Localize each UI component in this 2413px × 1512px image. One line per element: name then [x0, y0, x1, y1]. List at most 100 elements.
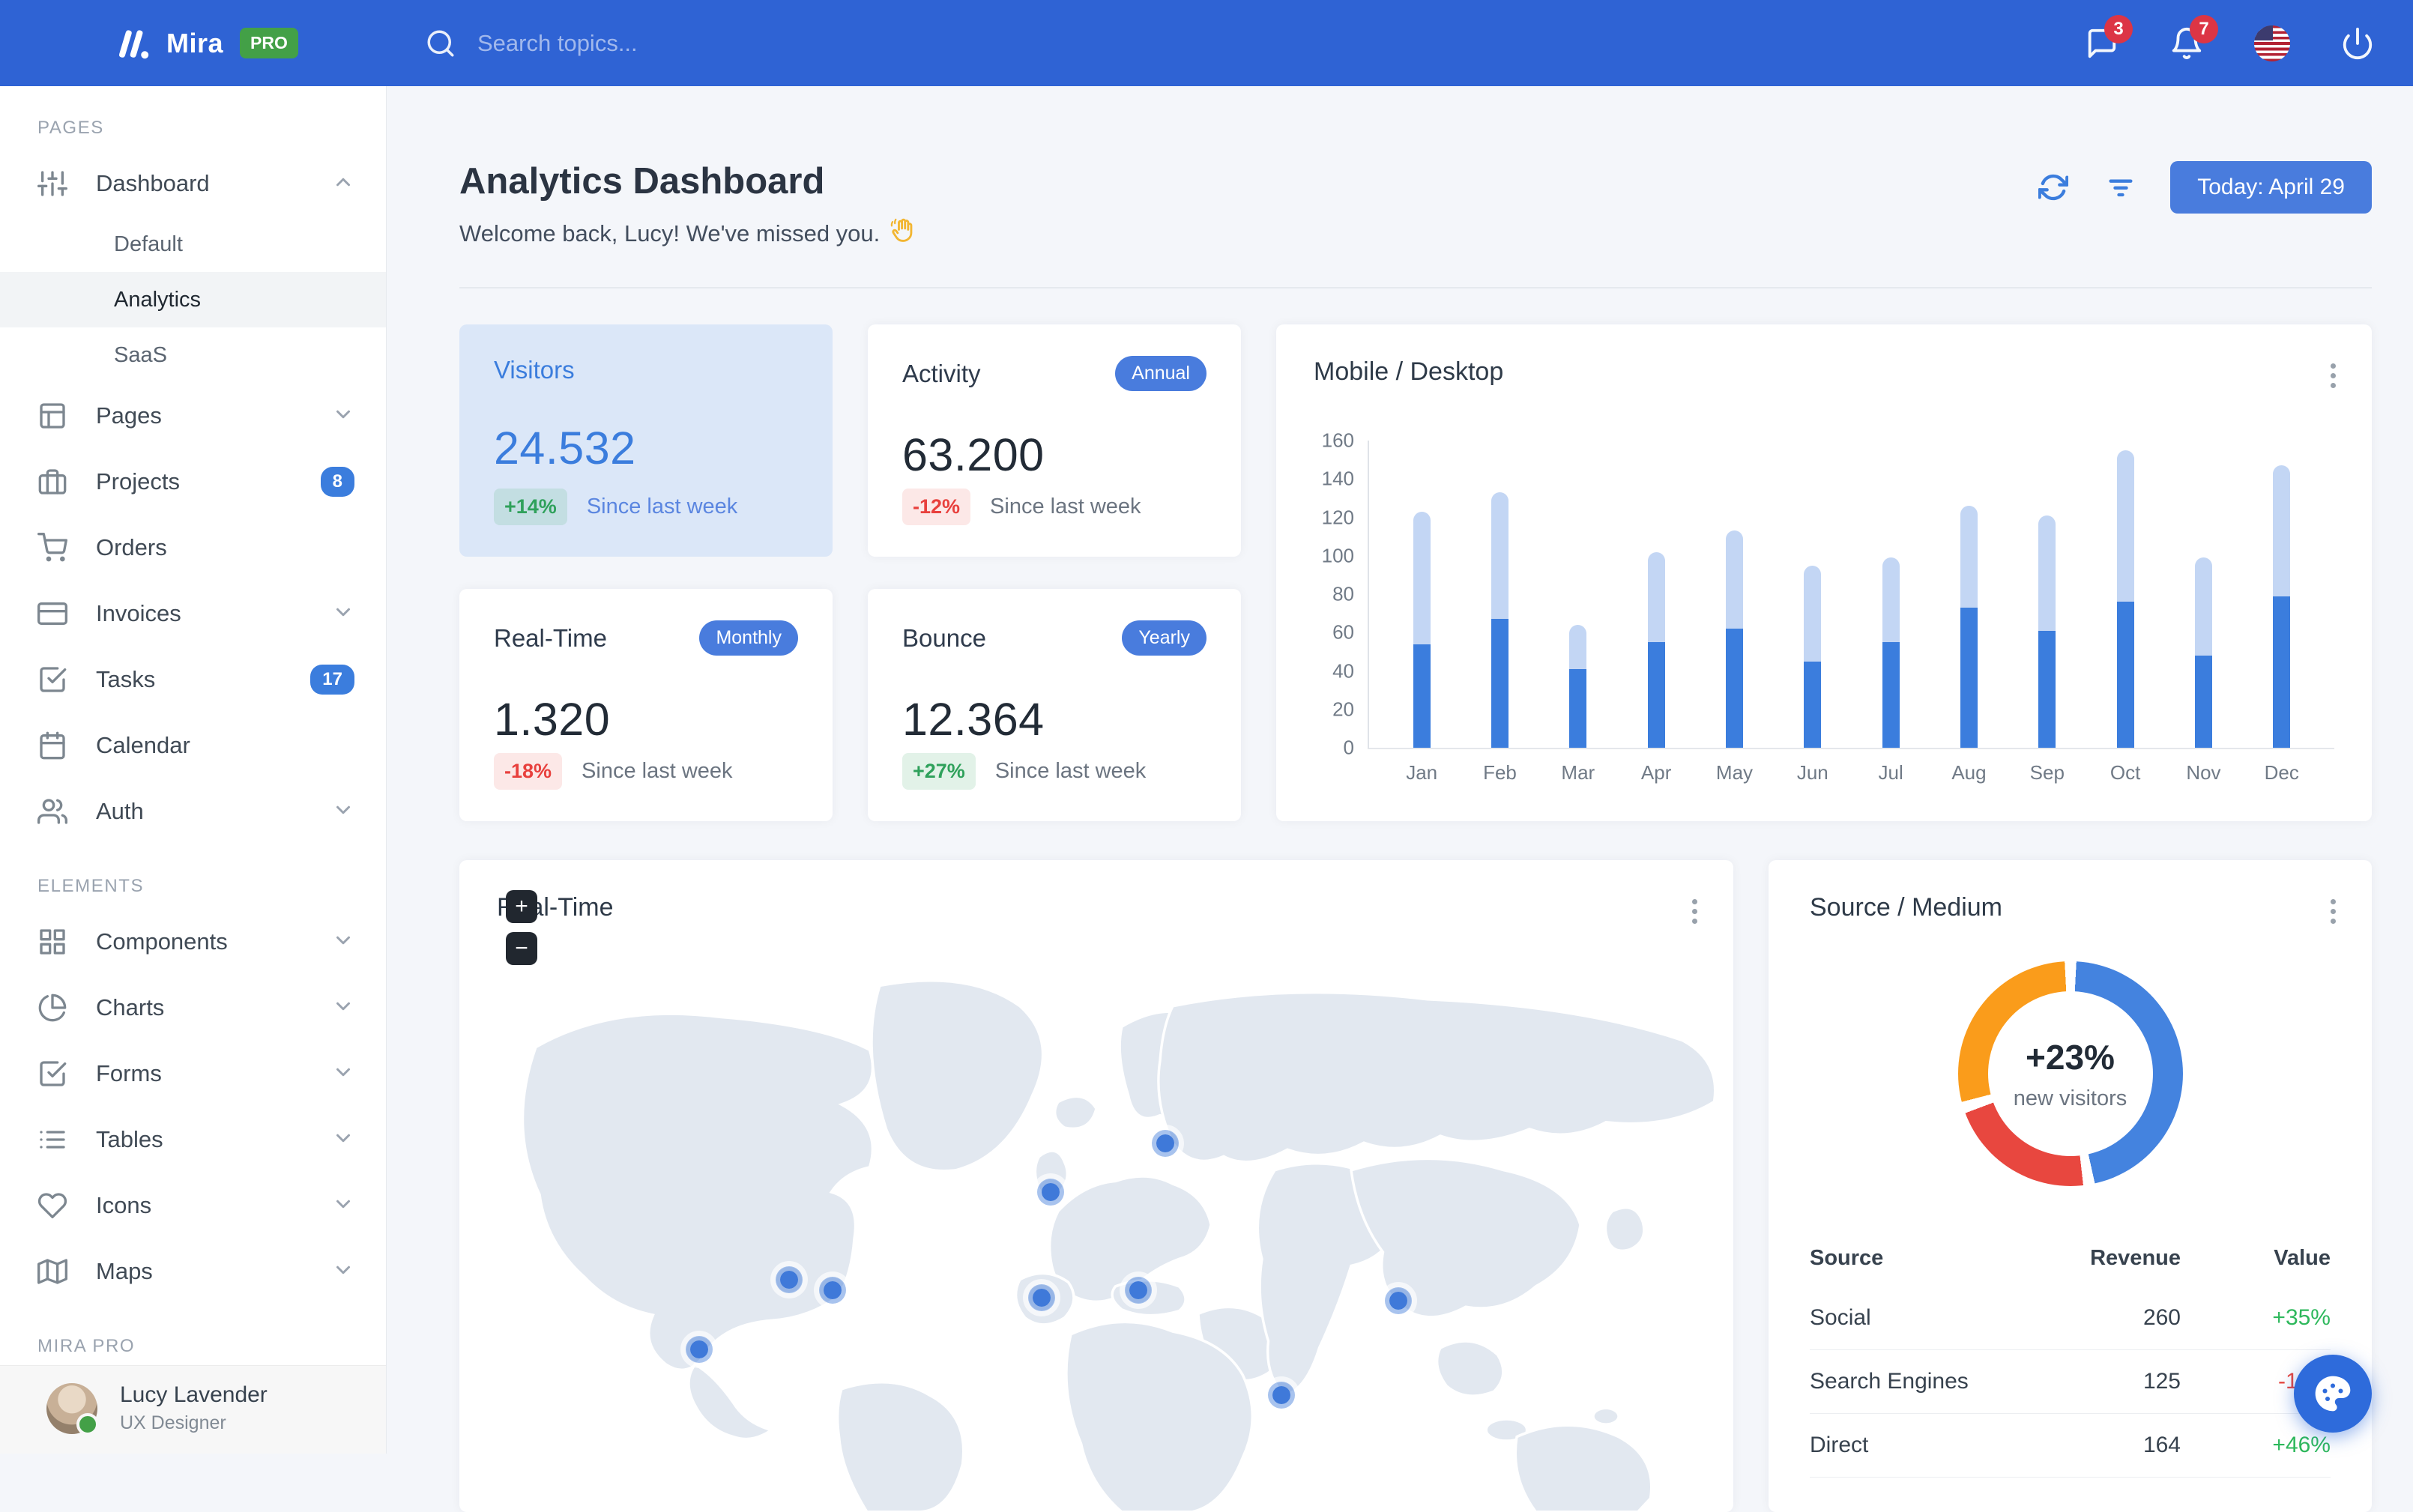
value-cell: +46%	[2272, 1433, 2331, 1457]
sidebar-item-icons[interactable]: Icons	[0, 1173, 386, 1239]
search-input[interactable]	[476, 28, 869, 58]
sidebar-item-label: Calendar	[96, 732, 190, 758]
sidebar-item-label: Tables	[96, 1126, 163, 1152]
table-header-row: Source Revenue Value	[1810, 1230, 2331, 1286]
table-row[interactable]: Direct 164 +46%	[1810, 1414, 2331, 1478]
sidebar-item-components[interactable]: Components	[0, 909, 386, 975]
x-axis-labels: Jan Feb Mar Apr May Jun Jul Aug Sep Oct Nov Dec	[1369, 761, 2334, 784]
map-marker-spain[interactable]	[1027, 1283, 1055, 1311]
sidebar-item-tables[interactable]: Tables	[0, 1107, 386, 1173]
bar-nov[interactable]	[2164, 441, 2242, 748]
sign-out-button[interactable]	[2338, 24, 2377, 63]
map-marker-london[interactable]	[1036, 1178, 1064, 1206]
language-flag-button[interactable]	[2253, 24, 2292, 63]
theme-settings-fab[interactable]	[2294, 1355, 2372, 1433]
sidebar-count-badge: 8	[320, 467, 354, 497]
stat-card-real-time: Real-Time Monthly 1.320 -18% Since last week	[459, 589, 833, 821]
global-search[interactable]	[425, 28, 869, 59]
sidebar-item-tasks[interactable]: Tasks 17	[0, 647, 386, 713]
sidebar-item-forms[interactable]: Forms	[0, 1041, 386, 1107]
check-square-icon	[37, 664, 69, 695]
check-square-icon	[37, 1058, 69, 1089]
notifications-button[interactable]: 7	[2167, 14, 2218, 63]
stat-value: 63.200	[902, 429, 1045, 480]
revenue-cell: 125	[2142, 1369, 2181, 1394]
pie-chart-icon	[37, 992, 69, 1023]
stat-value: 12.364	[902, 694, 1045, 745]
bar-may[interactable]	[1695, 441, 1773, 748]
stat-period-badge[interactable]: Annual	[1115, 356, 1206, 391]
stat-card-bounce: Bounce Yearly 12.364 +27% Since last week	[868, 589, 1241, 821]
sidebar-item-invoices[interactable]: Invoices	[0, 581, 386, 647]
sidebar-item-projects[interactable]: Projects 8	[0, 449, 386, 515]
map-card-title: Real-Time	[497, 893, 614, 922]
sidebar-subitem-saas[interactable]: SaaS	[0, 327, 386, 383]
map-zoom-in-button[interactable]: +	[506, 890, 537, 923]
card-menu-kebab[interactable]	[2328, 896, 2339, 927]
x-tick-label: Feb	[1483, 761, 1517, 784]
user-role: UX Designer	[120, 1412, 226, 1433]
brand[interactable]: Mira PRO	[0, 25, 386, 61]
stat-note: Since last week	[586, 495, 738, 518]
cart-icon	[37, 532, 69, 563]
map-marker-turkey[interactable]	[1125, 1276, 1153, 1304]
filter-button[interactable]	[2103, 169, 2139, 205]
sidebar-item-auth[interactable]: Auth	[0, 778, 386, 844]
bar-mar[interactable]	[1539, 441, 1617, 748]
revenue-cell: 164	[2142, 1433, 2181, 1457]
bar-aug[interactable]	[1930, 441, 2008, 748]
source-card-title: Source / Medium	[1810, 893, 2002, 922]
bar-sep[interactable]	[2008, 441, 2086, 748]
map-marker-california[interactable]	[685, 1336, 713, 1364]
y-tick-label: 160	[1321, 429, 1354, 452]
sidebar-item-orders[interactable]: Orders	[0, 515, 386, 581]
world-map[interactable]	[459, 965, 1733, 1512]
calendar-icon	[37, 730, 69, 761]
map-zoom-out-button[interactable]: −	[506, 932, 537, 965]
card-menu-kebab[interactable]	[1689, 896, 1700, 927]
sidebar-item-pages[interactable]: Pages	[0, 383, 386, 449]
sidebar-subitem-analytics[interactable]: Analytics	[0, 272, 386, 327]
today-date-button[interactable]: Today: April 29	[2170, 161, 2372, 214]
y-tick-label: 80	[1332, 582, 1354, 605]
table-row[interactable]: Search Engines125-12%	[1810, 1350, 2331, 1414]
stat-value: 24.532	[494, 423, 636, 474]
main-content: Analytics Dashboard Welcome back, Lucy! …	[386, 86, 2413, 1512]
source-cell: Direct	[1810, 1433, 1869, 1457]
sidebar-item-charts[interactable]: Charts	[0, 975, 386, 1041]
stat-period-badge[interactable]: Yearly	[1122, 620, 1206, 656]
refresh-button[interactable]	[2035, 169, 2071, 205]
bar-oct[interactable]	[2086, 441, 2164, 748]
table-row[interactable]: Social 260 +35%	[1810, 1286, 2331, 1350]
table-header: Source	[1810, 1245, 1884, 1270]
bar-jun[interactable]	[1774, 441, 1852, 748]
list-icon	[37, 1124, 69, 1155]
bar-dec[interactable]	[2243, 441, 2321, 748]
bar-feb[interactable]	[1461, 441, 1538, 748]
donut-center-label: new visitors	[2013, 1086, 2127, 1110]
stat-title: Bounce	[902, 623, 986, 652]
table-header: Revenue	[2090, 1245, 2181, 1270]
sidebar-item-maps[interactable]: Maps	[0, 1239, 386, 1304]
stat-delta-chip: +14%	[494, 489, 567, 525]
chevron-down-icon	[332, 995, 354, 1021]
bar-apr[interactable]	[1617, 441, 1695, 748]
card-menu-kebab[interactable]	[2328, 360, 2339, 391]
x-tick-label: Sep	[2029, 761, 2065, 784]
sidebar-item-label: Icons	[96, 1192, 152, 1218]
map-marker-midwest-us[interactable]	[776, 1266, 803, 1294]
chevron-down-icon	[332, 799, 354, 825]
heart-icon	[37, 1190, 69, 1221]
stat-period-badge[interactable]: Monthly	[699, 620, 798, 656]
map-marker-moscow[interactable]	[1151, 1129, 1179, 1157]
messages-button[interactable]: 3	[2082, 14, 2133, 63]
sidebar-subitem-default[interactable]: Default	[0, 217, 386, 272]
map-marker-china[interactable]	[1384, 1287, 1412, 1315]
sidebar-item-calendar[interactable]: Calendar	[0, 713, 386, 778]
bar-jul[interactable]	[1852, 441, 1930, 748]
sidebar-item-dashboard[interactable]: Dashboard	[0, 151, 386, 217]
map-marker-india[interactable]	[1267, 1381, 1295, 1409]
sidebar-user[interactable]: Lucy Lavender UX Designer	[0, 1365, 386, 1454]
bar-jan[interactable]	[1383, 441, 1461, 748]
map-marker-northeast-us[interactable]	[819, 1276, 847, 1304]
